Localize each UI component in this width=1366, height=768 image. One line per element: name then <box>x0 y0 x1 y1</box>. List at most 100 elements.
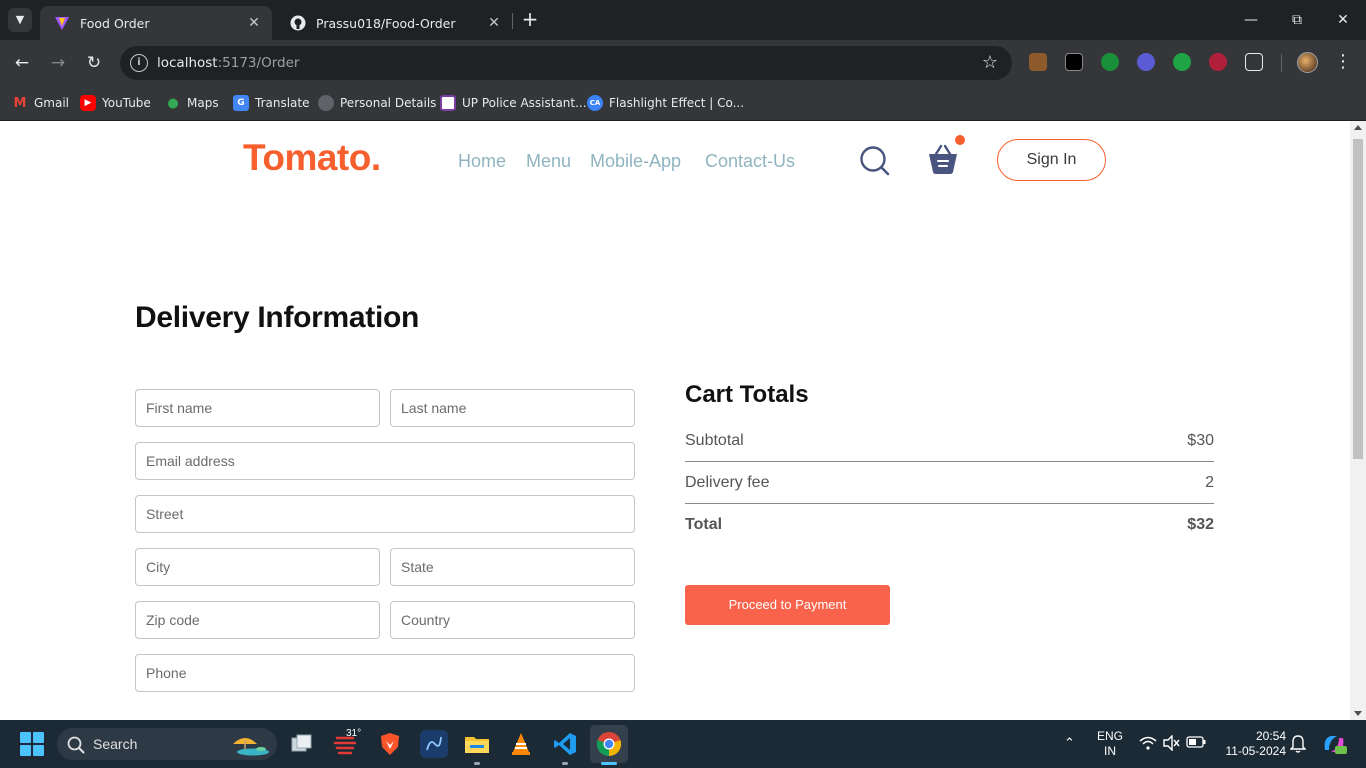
site-info-icon[interactable]: i <box>130 54 148 72</box>
proceed-to-payment-button[interactable]: Proceed to Payment <box>685 585 890 625</box>
notification-bell-icon[interactable] <box>1289 735 1307 756</box>
scrollbar-thumb[interactable] <box>1353 139 1363 459</box>
delivery-fee-value: 2 <box>1205 474 1214 491</box>
beach-umbrella-icon <box>227 732 271 756</box>
forward-button[interactable]: → <box>46 51 70 75</box>
volume-muted-icon[interactable] <box>1162 734 1180 754</box>
restore-button[interactable]: ⧉ <box>1285 8 1309 32</box>
reload-button[interactable]: ↻ <box>82 51 106 75</box>
country-input[interactable] <box>391 602 634 638</box>
extension-icon[interactable] <box>1137 53 1155 71</box>
url-text: localhost:5173/Order <box>157 55 300 71</box>
explorer-running-indicator <box>474 762 480 765</box>
task-view-icon[interactable] <box>288 730 316 758</box>
bookmark-maps[interactable]: ● Maps <box>165 93 218 113</box>
cart-divider <box>685 503 1214 504</box>
globe-icon <box>318 95 334 111</box>
search-icon[interactable] <box>859 145 891 181</box>
bookmark-gmail[interactable]: M Gmail <box>12 93 69 113</box>
extension-icon[interactable] <box>1101 53 1119 71</box>
state-field[interactable] <box>390 548 635 586</box>
total-label: Total <box>685 516 723 533</box>
cart-divider <box>685 461 1214 462</box>
github-icon <box>290 15 306 31</box>
country-field[interactable] <box>390 601 635 639</box>
wifi-icon[interactable] <box>1139 736 1157 753</box>
subtotal-label: Subtotal <box>685 432 744 449</box>
close-window-button[interactable]: ✕ <box>1331 8 1355 32</box>
street-input[interactable] <box>136 496 634 532</box>
city-input[interactable] <box>136 549 379 585</box>
zip-code-field[interactable] <box>135 601 380 639</box>
battery-icon[interactable] <box>1186 736 1206 751</box>
copilot-icon[interactable] <box>1321 732 1347 759</box>
youtube-icon: ▶ <box>80 95 96 111</box>
nav-menu[interactable]: Menu <box>526 151 571 172</box>
chrome-icon[interactable] <box>590 725 628 763</box>
extension-icon[interactable] <box>1209 53 1227 71</box>
basket-icon[interactable] <box>926 143 960 179</box>
phone-input[interactable] <box>136 655 634 691</box>
profile-avatar[interactable] <box>1297 52 1318 73</box>
phone-field[interactable] <box>135 654 635 692</box>
bookmark-translate[interactable]: G Translate <box>233 93 310 113</box>
nav-mobile-app[interactable]: Mobile-App <box>590 151 681 172</box>
vite-icon <box>54 15 70 31</box>
tab-close-icon[interactable]: ✕ <box>484 15 504 31</box>
taskbar-search[interactable]: Search <box>57 728 277 760</box>
sign-in-button[interactable]: Sign In <box>997 139 1106 181</box>
city-field[interactable] <box>135 548 380 586</box>
new-tab-button[interactable]: + <box>520 9 540 31</box>
first-name-input[interactable] <box>136 390 379 426</box>
zip-code-input[interactable] <box>136 602 379 638</box>
state-input[interactable] <box>391 549 634 585</box>
mysql-workbench-icon[interactable] <box>420 730 448 758</box>
tab-search-button[interactable]: ▼ <box>8 8 32 32</box>
minimize-button[interactable]: — <box>1239 8 1263 32</box>
nav-contact-us[interactable]: Contact-Us <box>705 151 795 172</box>
site-logo[interactable]: Tomato. <box>243 137 381 179</box>
file-explorer-icon[interactable] <box>463 730 491 758</box>
tab-food-order[interactable]: Food Order ✕ <box>40 6 272 40</box>
scroll-up-arrow-icon[interactable] <box>1354 125 1362 130</box>
extension-icon[interactable] <box>1065 53 1083 71</box>
address-bar[interactable]: i localhost:5173/Order ☆ <box>120 46 1012 80</box>
maps-pin-icon: ● <box>167 95 179 111</box>
browser-tab-bar: ▼ Food Order ✕ Prassu018/Food-Order ✕ + … <box>0 0 1366 40</box>
tab-close-icon[interactable]: ✕ <box>244 15 264 31</box>
delivery-fee-row: Delivery fee 2 <box>685 474 1214 492</box>
vlc-icon[interactable] <box>507 730 535 758</box>
tab-divider <box>512 13 513 29</box>
total-row: Total $32 <box>685 516 1214 534</box>
bookmark-personal-details[interactable]: Personal Details <box>318 93 436 113</box>
subtotal-value: $30 <box>1187 432 1214 449</box>
street-field[interactable] <box>135 495 635 533</box>
bookmark-up-police[interactable]: UP Police Assistant... <box>440 93 587 113</box>
bookmark-star-icon[interactable]: ☆ <box>982 52 998 73</box>
vscode-icon[interactable] <box>551 730 579 758</box>
browser-toolbar: ← → ↻ i localhost:5173/Order ☆ ⋮ <box>0 40 1366 86</box>
tab-github[interactable]: Prassu018/Food-Order ✕ <box>276 6 512 40</box>
clock[interactable]: 20:54 11-05-2024 <box>1216 729 1287 759</box>
extension-icon[interactable] <box>1029 53 1047 71</box>
browser-menu-icon[interactable]: ⋮ <box>1334 52 1352 72</box>
tab-title: Prassu018/Food-Order <box>316 15 456 31</box>
extension-icon[interactable] <box>1173 53 1191 71</box>
email-field[interactable] <box>135 442 635 480</box>
windows-start-icon[interactable] <box>20 732 44 756</box>
bookmark-flashlight[interactable]: CA Flashlight Effect | Co... <box>587 93 744 113</box>
bookmark-youtube[interactable]: ▶ YouTube <box>80 93 151 113</box>
extensions-puzzle-icon[interactable] <box>1245 53 1263 71</box>
last-name-input[interactable] <box>391 390 634 426</box>
back-button[interactable]: ← <box>10 51 34 75</box>
last-name-field[interactable] <box>390 389 635 427</box>
nav-home[interactable]: Home <box>458 151 506 172</box>
brave-browser-icon[interactable] <box>376 730 404 758</box>
show-hidden-icons-chevron-icon[interactable]: ⌃ <box>1064 735 1075 751</box>
up-police-icon <box>440 95 456 111</box>
language-indicator[interactable]: ENG IN <box>1094 729 1126 759</box>
scroll-down-arrow-icon[interactable] <box>1354 711 1362 716</box>
page-scrollbar[interactable] <box>1350 121 1366 720</box>
first-name-field[interactable] <box>135 389 380 427</box>
email-input[interactable] <box>136 443 634 479</box>
